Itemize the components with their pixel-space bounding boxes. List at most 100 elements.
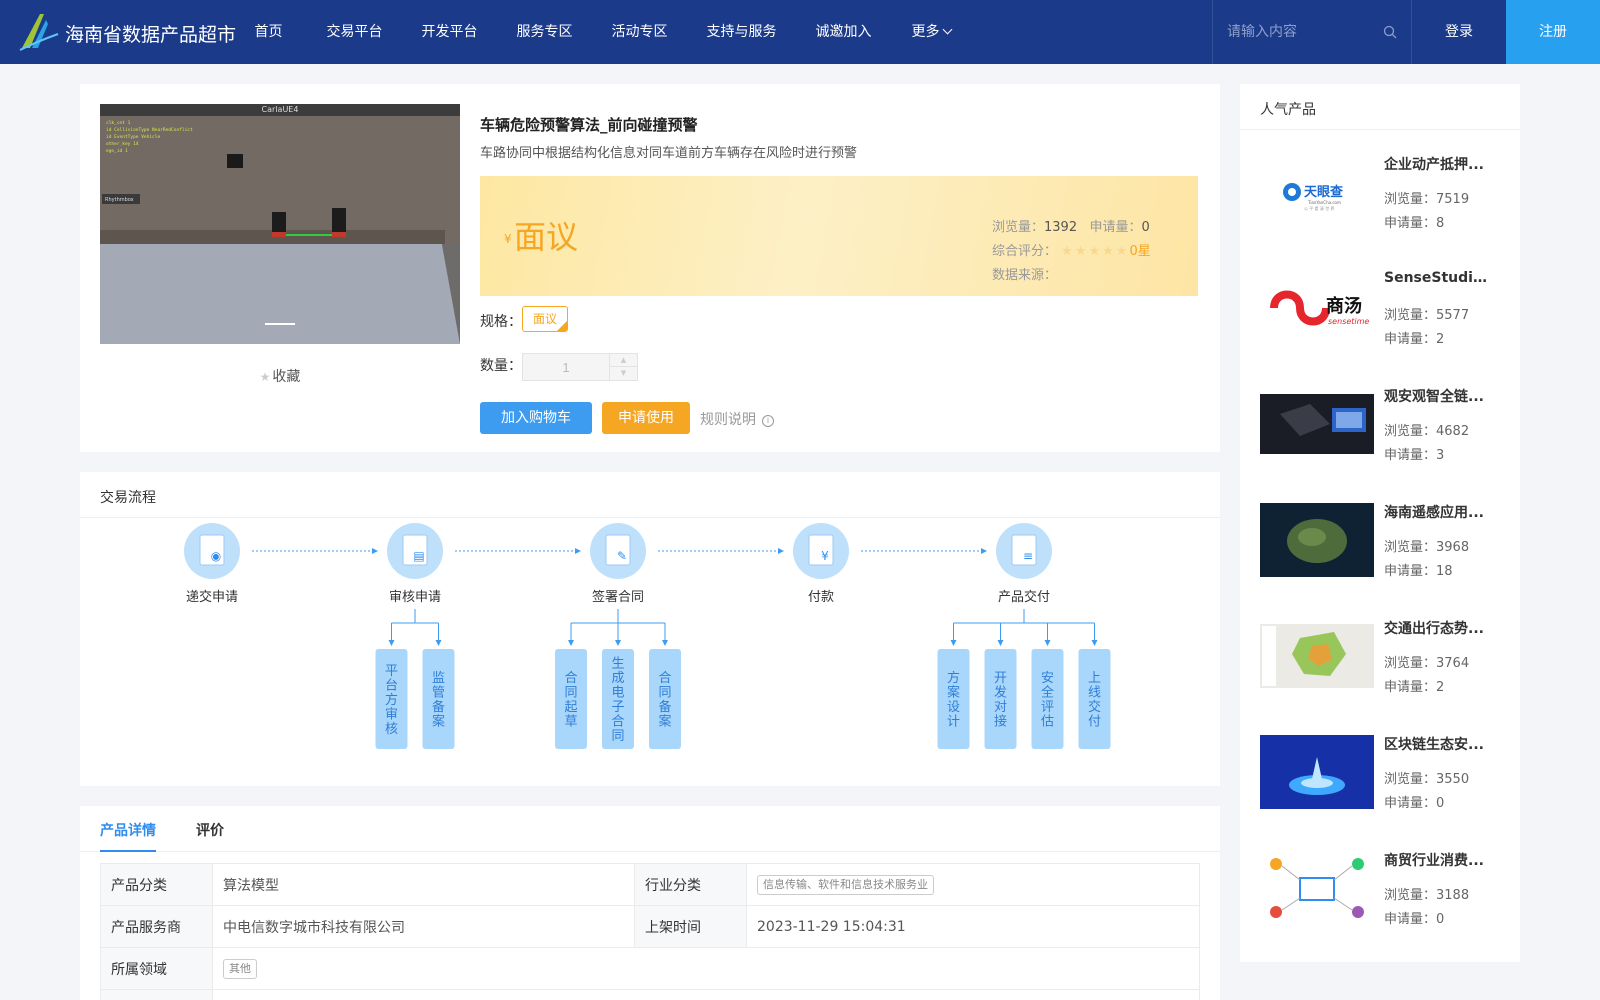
popular-product-name[interactable]: 区块链生态安... xyxy=(1384,734,1494,754)
main-nav: 首页 交易平台 开发平台 服务专区 活动专区 支持与服务 诚邀加入 更多 xyxy=(230,0,971,64)
add-to-cart-button[interactable]: 加入购物车 xyxy=(480,402,592,434)
nav-activity-zone[interactable]: 活动专区 xyxy=(592,0,687,64)
flow-substep-label: 生成电子合同 xyxy=(611,657,624,745)
popular-product-item[interactable]: 区块链生态安... 浏览量：3550 申请量：0 xyxy=(1260,732,1510,832)
nav-trading-platform[interactable]: 交易平台 xyxy=(307,0,402,64)
flow-substep-label: 监管备案 xyxy=(432,671,445,730)
search-input[interactable] xyxy=(1227,20,1367,44)
tab-reviews[interactable]: 评价 xyxy=(196,820,224,840)
spec-label: 规格： xyxy=(480,314,522,330)
product-thumbnail[interactable] xyxy=(1260,500,1374,580)
favorite-button[interactable]: ★ 收藏 xyxy=(100,366,460,386)
detail-tabs: 产品详情 评价 xyxy=(80,806,1220,852)
popular-product-views: 浏览量：3188 xyxy=(1384,888,1470,903)
popular-product-item[interactable]: 商贸行业消费... 浏览量：3188 申请量：0 xyxy=(1260,848,1510,948)
flow-substep-label: 上线交付 xyxy=(1088,671,1101,730)
popular-product-views: 浏览量：3764 xyxy=(1384,656,1470,671)
domain-tag: 其他 xyxy=(223,958,257,979)
carousel-indicator[interactable] xyxy=(265,323,295,325)
nav-support[interactable]: 支持与服务 xyxy=(687,0,796,64)
register-button[interactable]: 注册 xyxy=(1506,0,1600,64)
flow-step-glyph: ✎ xyxy=(617,549,627,563)
site-logo[interactable] xyxy=(18,12,60,52)
svg-text:sensetime: sensetime xyxy=(1328,317,1369,326)
svg-text:公 平 看 清 世 界: 公 平 看 清 世 界 xyxy=(1304,205,1334,211)
login-button[interactable]: 登录 xyxy=(1412,0,1506,64)
simulation-scene-image: clk_cnt 1 id CollisionType NearRedConfli… xyxy=(100,104,460,344)
popular-product-views: 浏览量：5577 xyxy=(1384,308,1470,323)
popular-product-item[interactable]: 交通出行态势... 浏览量：3764 申请量：2 xyxy=(1260,616,1510,716)
source-label: 数据来源： xyxy=(992,268,1058,283)
flow-substep-label: 合同起草 xyxy=(564,671,577,730)
flow-step-glyph: ◉ xyxy=(211,549,221,563)
popular-product-applies: 申请量：2 xyxy=(1384,332,1445,347)
detail-value: 其他 xyxy=(212,947,1200,990)
transaction-flow-card: 交易流程 ◉ 递交申请 ▤ 审核申请 ✎ 签署合同 ¥ 付款 ≡ 产品交付 平台方审核 监管备案 合同… xyxy=(80,472,1220,786)
svg-text:other_key 14: other_key 14 xyxy=(106,141,139,147)
nav-service-zone[interactable]: 服务专区 xyxy=(497,0,592,64)
flow-header: 交易流程 xyxy=(80,472,1220,518)
rules-label: 规则说明 xyxy=(700,412,756,428)
product-detail-card: 产品详情 评价 产品分类 算法模型 行业分类 信息传输、软件和信息技术服务业 产… xyxy=(80,806,1220,1000)
nav-dev-platform[interactable]: 开发平台 xyxy=(402,0,497,64)
popular-product-name[interactable]: 交通出行态势... xyxy=(1384,618,1494,638)
price-panel: ¥ 面议 浏览量：1392 申请量：0 综合评分： ★★★★★0星 数据来源： xyxy=(480,176,1198,296)
popular-product-item[interactable]: 海南遥感应用... 浏览量：3968 申请量：18 xyxy=(1260,500,1510,600)
popular-product-item[interactable]: 商汤 sensetime SenseStudio... 浏览量：5577 申请量：2 xyxy=(1260,268,1510,368)
product-thumbnail[interactable] xyxy=(1260,848,1374,928)
search-box xyxy=(1212,0,1412,64)
flow-step: ¥ 付款 xyxy=(793,523,987,605)
rules-link[interactable]: 规则说明 i xyxy=(700,409,774,429)
popular-product-applies: 申请量：2 xyxy=(1384,680,1445,695)
flow-substep-label: 平台方审核 xyxy=(385,664,398,737)
chevron-down-icon xyxy=(942,24,952,35)
detail-key xyxy=(100,989,213,1000)
product-image[interactable]: clk_cnt 1 id CollisionType NearRedConfli… xyxy=(100,104,460,344)
popular-title: 人气产品 xyxy=(1260,102,1316,118)
popular-product-name[interactable]: 企业动产抵押... xyxy=(1384,154,1494,174)
quantity-increase-button[interactable]: ▲ xyxy=(609,354,637,367)
applies-value: 0 xyxy=(1141,220,1150,235)
popular-product-name[interactable]: 海南遥感应用... xyxy=(1384,502,1494,522)
detail-table: 产品分类 算法模型 行业分类 信息传输、软件和信息技术服务业 产品服务商 中电信… xyxy=(100,863,1200,1000)
nav-more[interactable]: 更多 xyxy=(891,0,971,64)
popular-products-panel: 人气产品 天眼查 TianYanCha.com 公 平 看 清 世 界企业动产抵押.… xyxy=(1240,84,1520,962)
flow-step-label: 签署合同 xyxy=(592,589,644,605)
popular-product-name[interactable]: 观安观智全链... xyxy=(1384,386,1494,406)
info-icon: i xyxy=(762,415,774,427)
nav-home[interactable]: 首页 xyxy=(230,0,307,64)
product-thumbnail[interactable]: 天眼查 TianYanCha.com 公 平 看 清 世 界 xyxy=(1260,152,1374,232)
product-thumbnail[interactable] xyxy=(1260,616,1374,696)
detail-key: 所属领域 xyxy=(100,947,213,990)
flow-step: ≡ 产品交付 xyxy=(996,523,1052,605)
popular-product-name[interactable]: SenseStudio... xyxy=(1384,270,1494,286)
popular-product-item[interactable]: 观安观智全链... 浏览量：4682 申请量：3 xyxy=(1260,384,1510,484)
flow-step-label: 审核申请 xyxy=(389,590,441,605)
popular-product-views: 浏览量：7519 xyxy=(1384,192,1470,207)
flow-substeps: 合同起草 生成电子合同 合同备案 xyxy=(555,609,681,749)
popular-product-applies: 申请量：8 xyxy=(1384,216,1445,231)
rating-stars: ★★★★★ xyxy=(1061,244,1130,259)
popular-product-applies: 申请量：18 xyxy=(1384,564,1453,579)
quantity-decrease-button[interactable]: ▼ xyxy=(609,367,637,380)
search-icon[interactable] xyxy=(1383,25,1397,39)
product-thumbnail[interactable] xyxy=(1260,384,1374,464)
rating-line: 综合评分： ★★★★★0星 xyxy=(992,240,1151,259)
product-thumbnail[interactable] xyxy=(1260,732,1374,812)
flow-substep-label: 合同备案 xyxy=(658,671,671,730)
popular-product-name[interactable]: 商贸行业消费... xyxy=(1384,850,1494,870)
spec-option[interactable]: 面议 xyxy=(522,306,568,332)
tab-product-detail[interactable]: 产品详情 xyxy=(100,820,156,840)
apply-use-button[interactable]: 申请使用 xyxy=(602,402,690,434)
top-header: 海南省数据产品超市 首页 交易平台 开发平台 服务专区 活动专区 支持与服务 诚… xyxy=(0,0,1600,64)
star-icon: ★ xyxy=(259,370,271,384)
nav-join[interactable]: 诚邀加入 xyxy=(796,0,891,64)
image-overlay-label: Rhythmbox xyxy=(105,197,134,203)
quantity-input[interactable] xyxy=(523,354,609,380)
product-thumbnail[interactable]: 商汤 sensetime xyxy=(1260,268,1374,348)
popular-product-item[interactable]: 天眼查 TianYanCha.com 公 平 看 清 世 界企业动产抵押... 浏览量… xyxy=(1260,152,1510,252)
popular-product-applies: 申请量：3 xyxy=(1384,448,1445,463)
flow-substep-label: 安全评估 xyxy=(1041,671,1054,730)
site-title[interactable]: 海南省数据产品超市 xyxy=(65,20,236,47)
svg-text:ego_id 1: ego_id 1 xyxy=(106,148,128,154)
